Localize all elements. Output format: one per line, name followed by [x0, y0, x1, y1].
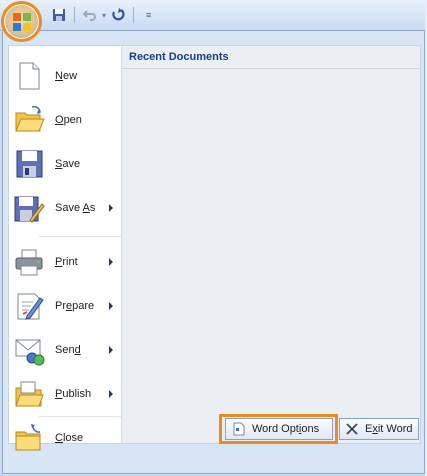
toolbar-separator [74, 7, 75, 23]
menu-item-prepare[interactable]: Prepare [9, 284, 121, 328]
send-submenu-arrow-icon [109, 346, 113, 354]
title-bar: ▾ ≡ [0, 0, 427, 31]
toolbar-separator [133, 7, 135, 23]
new-document-icon [19, 62, 40, 90]
menu-item-new[interactable]: New [9, 54, 121, 98]
office-logo-icon [13, 13, 31, 31]
menu-divider [39, 236, 121, 237]
print-submenu-arrow-icon [109, 258, 113, 266]
menu-item-save[interactable]: Save [9, 142, 121, 186]
quick-access-toolbar: ▾ ≡ [50, 6, 151, 24]
menu-item-open[interactable]: Open [9, 98, 121, 142]
menu-item-send[interactable]: Send [9, 328, 121, 372]
recent-documents-title: Recent Documents [122, 46, 420, 69]
open-folder-icon [15, 105, 45, 132]
word-options-icon [233, 422, 245, 436]
undo-icon[interactable] [81, 6, 99, 24]
menu-commands-panel: New Open Save Save As Print Prepare Send… [8, 45, 122, 451]
exit-word-button[interactable]: Exit Word [339, 418, 419, 440]
save-as-icon [14, 196, 45, 223]
menu-item-print[interactable]: Print [9, 240, 121, 284]
send-envelope-icon [15, 339, 45, 366]
menu-item-close[interactable]: Close [9, 416, 121, 460]
word-options-button[interactable]: Word Options [225, 418, 333, 440]
recent-documents-panel: Recent Documents [122, 45, 421, 444]
office-button[interactable] [1, 1, 42, 42]
customize-toolbar-icon[interactable]: ≡ [146, 10, 151, 20]
save-as-submenu-arrow-icon [109, 204, 113, 212]
publish-submenu-arrow-icon [109, 390, 113, 398]
undo-dropdown-icon[interactable]: ▾ [102, 11, 106, 20]
redo-icon[interactable] [109, 6, 127, 24]
close-folder-icon [15, 424, 41, 451]
save-disk-icon [16, 150, 43, 178]
printer-icon [15, 249, 43, 276]
office-menu: New Open Save Save As Print Prepare Send… [2, 30, 425, 474]
menu-item-save-as[interactable]: Save As [9, 186, 121, 230]
menu-item-publish[interactable]: Publish [9, 372, 121, 416]
close-x-icon [346, 423, 358, 435]
prepare-document-icon [17, 293, 44, 320]
save-icon[interactable] [50, 6, 68, 24]
publish-folder-icon [15, 381, 44, 407]
prepare-submenu-arrow-icon [109, 302, 113, 310]
